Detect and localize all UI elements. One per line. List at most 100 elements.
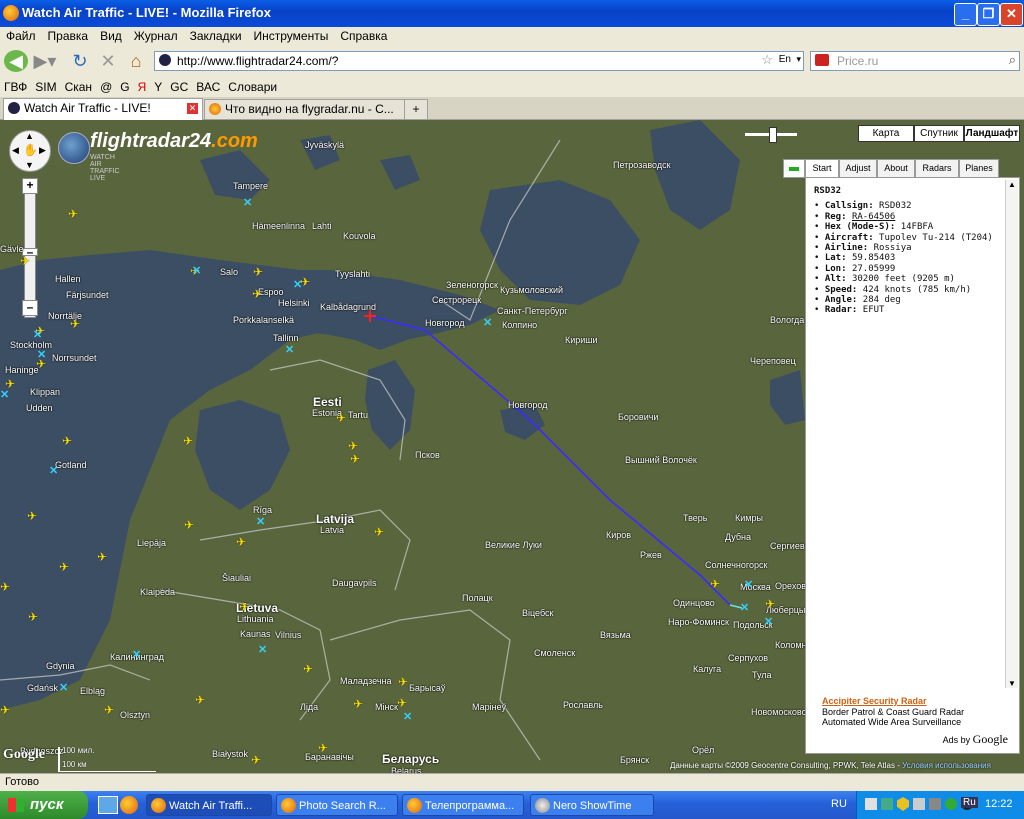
tray-network-icon[interactable] xyxy=(865,798,877,810)
radar-station-icon[interactable]: ✕ xyxy=(192,266,201,277)
search-engine-icon[interactable] xyxy=(815,54,829,66)
aircraft-icon[interactable]: ✈ xyxy=(398,676,408,688)
panel-tab-about[interactable]: About xyxy=(877,159,915,178)
terms-link[interactable]: Условия использования xyxy=(902,761,991,770)
radar-station-icon[interactable]: ✕ xyxy=(740,603,749,614)
panel-tab-radars[interactable]: Radars xyxy=(915,159,959,178)
radar-station-icon[interactable]: ✕ xyxy=(744,580,753,591)
aircraft-icon[interactable]: ✈ xyxy=(252,288,262,300)
show-desktop-icon[interactable] xyxy=(98,796,118,814)
aircraft-icon[interactable]: ✈ xyxy=(348,440,358,452)
firefox-quicklaunch-icon[interactable] xyxy=(120,796,138,814)
google-logo[interactable]: Google xyxy=(3,747,45,763)
panel-scrollbar[interactable]: ▲ ▼ xyxy=(1005,180,1018,688)
aircraft-icon[interactable]: ✈ xyxy=(27,510,37,522)
new-tab-button[interactable]: + xyxy=(404,99,428,119)
radar-station-icon[interactable]: ✕ xyxy=(0,390,9,401)
url-bar[interactable]: http://www.flightradar24.com/? ☆ En ▾ xyxy=(154,51,804,71)
aircraft-icon[interactable]: ✈ xyxy=(0,704,10,716)
bookmark-scan[interactable]: Скан xyxy=(61,77,96,97)
menu-edit[interactable]: Правка xyxy=(42,27,95,45)
task-watch-air-traffic[interactable]: Watch Air Traffi... xyxy=(146,794,272,816)
stop-icon[interactable]: ✕ xyxy=(98,50,118,72)
aircraft-icon[interactable]: ✈ xyxy=(59,561,69,573)
tab-watch-air-traffic[interactable]: Watch Air Traffic - LIVE! ✕ xyxy=(3,98,203,120)
aircraft-icon[interactable]: ✈ xyxy=(374,526,384,538)
ad-title-link[interactable]: Accipiter Security Radar xyxy=(822,696,1012,707)
radar-station-icon[interactable]: ✕ xyxy=(285,345,294,356)
zoom-in-button[interactable]: + xyxy=(22,178,38,194)
radar-station-icon[interactable]: ✕ xyxy=(243,198,252,209)
pan-left-icon[interactable]: ◀ xyxy=(12,145,19,156)
pan-right-icon[interactable]: ▶ xyxy=(39,145,46,156)
search-input[interactable]: Price.ru ⌕ xyxy=(810,51,1020,71)
maximize-button[interactable]: ❐ xyxy=(977,3,1000,26)
map-view[interactable]: flightradar24.com WATCH AIR TRAFFIC LIVE… xyxy=(0,120,1024,773)
aircraft-icon[interactable]: ✈ xyxy=(68,208,78,220)
tab-flygradar[interactable]: Что видно на flygradar.nu - С... xyxy=(204,99,418,119)
radar-station-icon[interactable]: ✕ xyxy=(483,318,492,329)
aircraft-icon[interactable]: ✈ xyxy=(251,754,261,766)
clock[interactable]: 12:22 xyxy=(985,798,1013,810)
aircraft-icon[interactable]: ✈ xyxy=(70,318,80,330)
bookmark-y[interactable]: Y xyxy=(150,77,166,97)
radar-station-icon[interactable]: ✕ xyxy=(403,712,412,723)
minimize-button[interactable]: _ xyxy=(954,3,977,26)
aircraft-icon[interactable]: ✈ xyxy=(336,412,346,424)
menu-view[interactable]: Вид xyxy=(94,27,128,45)
aircraft-icon[interactable]: ✈ xyxy=(184,519,194,531)
window-title-bar[interactable]: Watch Air Traffic - LIVE! - Mozilla Fire… xyxy=(0,0,1024,27)
radar-station-icon[interactable]: ✕ xyxy=(59,683,68,694)
tab-close-icon[interactable]: ✕ xyxy=(187,103,198,114)
menu-help[interactable]: Справка xyxy=(334,27,393,45)
pan-down-icon[interactable]: ▼ xyxy=(25,160,34,170)
home-icon[interactable]: ⌂ xyxy=(126,50,146,72)
radar-station-icon[interactable]: ✕ xyxy=(33,330,42,341)
scroll-down-icon[interactable]: ▼ xyxy=(1008,679,1016,688)
tray-status-icon[interactable] xyxy=(945,798,957,810)
radar-station-icon[interactable]: ✕ xyxy=(764,617,773,628)
ads-by-google[interactable]: Ads by Google xyxy=(943,733,1008,746)
bookmark-g[interactable]: G xyxy=(116,77,133,97)
aircraft-icon[interactable]: ✈ xyxy=(20,255,30,267)
menu-file[interactable]: Файл xyxy=(0,27,42,45)
tray-monitor-icon[interactable] xyxy=(881,798,893,810)
radar-station-icon[interactable]: ✕ xyxy=(256,517,265,528)
bookmark-at[interactable]: @ xyxy=(96,77,116,97)
aircraft-icon[interactable]: ✈ xyxy=(28,611,38,623)
search-icon[interactable]: ⌕ xyxy=(1009,52,1016,68)
bookmark-vas[interactable]: ВАС xyxy=(192,77,224,97)
panel-tab-adjust[interactable]: Adjust xyxy=(839,159,877,178)
language-indicator[interactable]: RU xyxy=(831,798,847,810)
aircraft-icon[interactable]: ✈ xyxy=(397,697,407,709)
aircraft-icon[interactable]: ✈ xyxy=(0,581,10,593)
task-nero-showtime[interactable]: Nero ShowTime xyxy=(530,794,654,816)
panel-tab-start[interactable]: Start xyxy=(805,159,839,178)
aircraft-icon[interactable]: ✈ xyxy=(104,704,114,716)
bookmark-ya[interactable]: Я xyxy=(134,77,151,97)
aircraft-icon[interactable]: ✈ xyxy=(765,598,775,610)
aircraft-icon[interactable]: ✈ xyxy=(350,453,360,465)
aircraft-icon[interactable]: ✈ xyxy=(303,663,313,675)
aircraft-icon[interactable]: ✈ xyxy=(353,698,363,710)
maptype-satellite-button[interactable]: Спутник xyxy=(914,125,964,142)
bookmark-slovari[interactable]: Словари xyxy=(224,77,281,97)
radar-station-icon[interactable]: ✕ xyxy=(132,650,141,661)
maptype-map-button[interactable]: Карта xyxy=(858,125,914,142)
forward-button[interactable]: ▶▾ xyxy=(30,50,60,72)
menu-history[interactable]: Журнал xyxy=(128,27,184,45)
close-button[interactable]: ✕ xyxy=(1000,3,1023,26)
scroll-up-icon[interactable]: ▲ xyxy=(1008,180,1016,189)
tray-shield-icon[interactable] xyxy=(897,797,909,811)
aircraft-icon[interactable]: ✈ xyxy=(710,578,720,590)
maptype-terrain-button[interactable]: Ландшафт xyxy=(964,125,1020,142)
aircraft-icon[interactable]: ✈ xyxy=(97,551,107,563)
aircraft-icon[interactable]: ✈ xyxy=(236,536,246,548)
aircraft-icon[interactable]: ✈ xyxy=(318,742,328,754)
star-icon[interactable]: ☆ xyxy=(761,52,773,68)
menu-bookmarks[interactable]: Закладки xyxy=(184,27,248,45)
tray-speaker-icon[interactable] xyxy=(913,798,925,810)
pan-up-icon[interactable]: ▲ xyxy=(25,131,34,141)
aircraft-icon[interactable]: ✈ xyxy=(239,601,249,613)
bookmark-gc[interactable]: GC xyxy=(166,77,192,97)
